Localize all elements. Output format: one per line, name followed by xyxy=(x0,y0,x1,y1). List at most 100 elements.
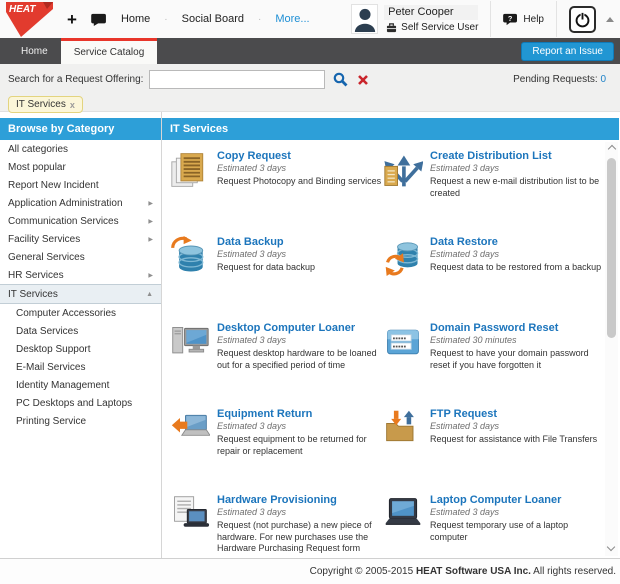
report-an-issue-button[interactable]: Report an Issue xyxy=(521,42,614,61)
user-name[interactable]: Peter Cooper xyxy=(384,5,478,20)
service-title[interactable]: Data Restore xyxy=(430,236,606,248)
service-item[interactable]: Data Backup Estimated 3 days Request for… xyxy=(170,236,383,322)
service-title[interactable]: Equipment Return xyxy=(217,408,383,420)
collapse-icon[interactable]: ▲ xyxy=(146,291,153,298)
search-button[interactable] xyxy=(333,72,348,87)
sidebar-subcategory-item[interactable]: Computer Accessories xyxy=(0,304,161,322)
nav-separator: · xyxy=(164,14,167,25)
sidebar-category-item[interactable]: HR Services ▶ xyxy=(0,266,161,284)
service-item[interactable]: Data Restore Estimated 3 days Request da… xyxy=(383,236,620,322)
help-button[interactable]: ? Help xyxy=(503,13,544,26)
sidebar-category-item[interactable]: All categories xyxy=(0,140,161,158)
scroll-up-icon[interactable] xyxy=(607,145,615,153)
service-description: Request equipment to be returned for rep… xyxy=(217,434,383,457)
tab-home[interactable]: Home xyxy=(8,38,61,64)
search-input[interactable] xyxy=(149,70,325,89)
data-restore-icon xyxy=(383,236,423,276)
service-item[interactable]: Domain Password Reset Estimated 30 minut… xyxy=(383,322,620,408)
search-label: Search for a Request Offering: xyxy=(8,74,143,85)
tag-close-icon[interactable]: x xyxy=(70,100,75,110)
sidebar-subcategory-item[interactable]: Desktop Support xyxy=(0,340,161,358)
service-item[interactable]: Equipment Return Estimated 3 days Reques… xyxy=(170,408,383,494)
content: Browse by Category All categories Most p… xyxy=(0,112,620,558)
service-estimate: Estimated 3 days xyxy=(430,163,606,173)
desktop-computer-icon xyxy=(170,322,210,362)
service-description: Request to have your domain password res… xyxy=(430,348,606,371)
service-title[interactable]: FTP Request xyxy=(430,408,606,420)
sidebar-category-item[interactable]: General Services xyxy=(0,248,161,266)
service-estimate: Estimated 3 days xyxy=(430,421,606,431)
service-item[interactable]: FTP Request Estimated 3 days Request for… xyxy=(383,408,620,494)
nav-social-board[interactable]: Social Board xyxy=(182,13,244,25)
scrollbar-thumb[interactable] xyxy=(607,158,616,338)
add-icon[interactable]: + xyxy=(67,11,77,28)
sidebar-category-item[interactable]: Application Administration ▶ xyxy=(0,194,161,212)
service-description: Request data to be restored from a backu… xyxy=(430,262,606,274)
sidebar-item-label: HR Services xyxy=(8,270,64,281)
service-item[interactable]: Laptop Computer Loaner Estimated 3 days … xyxy=(383,494,620,580)
sidebar-category-item[interactable]: Communication Services ▶ xyxy=(0,212,161,230)
nav-more[interactable]: More... xyxy=(275,13,309,25)
search-icon xyxy=(333,72,348,87)
service-title[interactable]: Copy Request xyxy=(217,150,383,162)
scroll-down-icon[interactable] xyxy=(607,543,615,551)
nav-separator: · xyxy=(258,14,261,25)
service-title[interactable]: Laptop Computer Loaner xyxy=(430,494,606,506)
collapse-header-icon[interactable] xyxy=(606,17,614,22)
chat-icon[interactable] xyxy=(91,13,107,26)
sidebar-item-label: Communication Services xyxy=(8,216,119,227)
service-title[interactable]: Domain Password Reset xyxy=(430,322,606,334)
expand-icon[interactable]: ▶ xyxy=(148,200,153,207)
expand-icon[interactable]: ▶ xyxy=(148,218,153,225)
header-right: Peter Cooper Self Service User ? Help xyxy=(351,0,620,38)
sidebar-subitem-label: E-Mail Services xyxy=(16,362,85,373)
sidebar-category-item[interactable]: Report New Incident xyxy=(0,176,161,194)
sidebar-category-item[interactable]: Most popular xyxy=(0,158,161,176)
equipment-return-icon xyxy=(170,408,210,448)
sidebar-subcategory-item[interactable]: Data Services xyxy=(0,322,161,340)
expand-icon[interactable]: ▶ xyxy=(148,236,153,243)
tab-service-catalog[interactable]: Service Catalog xyxy=(61,38,158,64)
sidebar-subcategory-item[interactable]: Printing Service xyxy=(0,412,161,430)
sidebar-subitem-label: Printing Service xyxy=(16,416,86,427)
service-title[interactable]: Create Distribution List xyxy=(430,150,606,162)
tab-spacer xyxy=(157,38,521,64)
service-title[interactable]: Hardware Provisioning xyxy=(217,494,383,506)
expand-icon[interactable]: ▶ xyxy=(148,272,153,279)
service-item[interactable]: Copy Request Estimated 3 days Request Ph… xyxy=(170,150,383,236)
help-label: Help xyxy=(523,14,544,25)
service-title[interactable]: Desktop Computer Loaner xyxy=(217,322,383,334)
sidebar-subcategory-item[interactable]: Identity Management xyxy=(0,376,161,394)
sidebar-category-item[interactable]: Facility Services ▶ xyxy=(0,230,161,248)
sidebar-subitem-label: Computer Accessories xyxy=(16,308,116,319)
service-estimate: Estimated 3 days xyxy=(430,507,606,517)
service-item[interactable]: Desktop Computer Loaner Estimated 3 days… xyxy=(170,322,383,408)
divider xyxy=(490,1,491,37)
avatar[interactable] xyxy=(351,4,378,34)
sidebar-item-label: Report New Incident xyxy=(8,180,99,191)
pending-requests: Pending Requests: 0 xyxy=(513,74,612,85)
sidebar-subitem-label: PC Desktops and Laptops xyxy=(16,398,132,409)
service-title[interactable]: Data Backup xyxy=(217,236,383,248)
password-icon xyxy=(383,322,423,362)
power-icon xyxy=(574,11,591,28)
service-item[interactable]: Create Distribution List Estimated 3 day… xyxy=(383,150,620,236)
sidebar-subcategory-item[interactable]: PC Desktops and Laptops xyxy=(0,394,161,412)
pending-requests-count[interactable]: 0 xyxy=(600,74,606,85)
logout-button[interactable] xyxy=(569,6,596,33)
sidebar-subcategory-item[interactable]: E-Mail Services xyxy=(0,358,161,376)
service-description: Request desktop hardware to be loaned ou… xyxy=(217,348,383,371)
sidebar-item-label: Most popular xyxy=(8,162,66,173)
service-item[interactable]: Hardware Provisioning Estimated 3 days R… xyxy=(170,494,383,580)
vertical-scrollbar[interactable] xyxy=(605,142,618,556)
service-description: Request for data backup xyxy=(217,262,383,274)
sidebar-subitem-label: Identity Management xyxy=(16,380,109,391)
nav-home[interactable]: Home xyxy=(121,13,150,25)
catalog-title: IT Services xyxy=(162,118,619,140)
filter-tag-it-services[interactable]: IT Services x xyxy=(8,96,83,113)
clear-search-button[interactable] xyxy=(357,74,369,86)
help-icon: ? xyxy=(503,13,518,26)
service-catalog-main: IT Services Copy Request Estimated 3 day… xyxy=(162,112,620,558)
service-estimate: Estimated 3 days xyxy=(217,163,383,173)
sidebar-category-item[interactable]: IT Services ▲ xyxy=(0,284,161,304)
